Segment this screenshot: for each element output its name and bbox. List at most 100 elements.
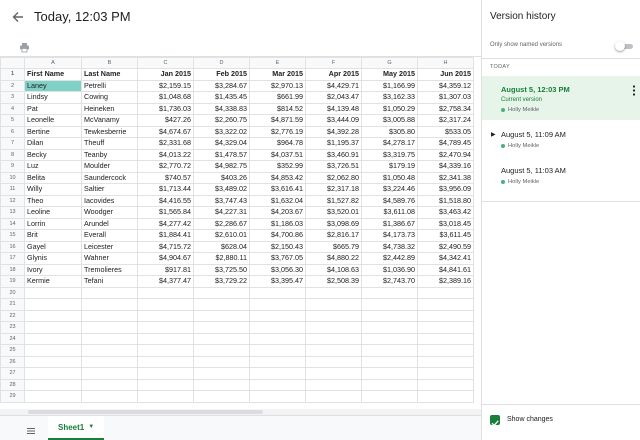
row-number[interactable]: 9 [0,160,25,173]
cell[interactable]: $4,277.42 [137,217,194,230]
cell[interactable] [193,355,250,368]
cell[interactable] [81,298,138,311]
cell[interactable]: $665.79 [305,240,362,253]
cell[interactable]: $3,005.88 [361,114,418,127]
cell[interactable]: $1,048.68 [137,91,194,104]
cell[interactable]: Pat [24,102,82,115]
cell[interactable]: Kermie [24,275,82,288]
row-number[interactable]: 12 [0,194,25,207]
cell[interactable] [193,367,250,380]
cell[interactable]: Teanby [81,148,138,161]
cell[interactable]: Arundel [81,217,138,230]
column-header[interactable]: D [193,57,250,69]
cell[interactable] [249,332,306,345]
cell[interactable]: $1,736.03 [137,102,194,115]
cell[interactable]: $533.05 [417,125,474,138]
row-number[interactable]: 8 [0,148,25,161]
cell[interactable]: $2,970.13 [249,79,306,92]
cell[interactable] [137,332,194,345]
cell[interactable] [137,355,194,368]
cell[interactable] [81,344,138,357]
all-sheets-menu-icon[interactable] [26,423,36,434]
cell[interactable] [361,344,418,357]
cell[interactable] [249,286,306,299]
row-number[interactable]: 23 [0,321,25,334]
cell[interactable] [24,286,82,299]
cell[interactable]: $403.26 [193,171,250,184]
column-header[interactable]: F [305,57,362,69]
show-changes-checkbox[interactable]: Show changes [490,414,635,428]
cell[interactable]: $4,416.55 [137,194,194,207]
cell[interactable] [417,367,474,380]
more-options-icon[interactable] [631,84,637,98]
cell[interactable]: Petrelli [81,79,138,92]
row-number[interactable]: 21 [0,298,25,311]
cell[interactable]: $4,338.83 [193,102,250,115]
cell[interactable]: $4,342.41 [417,252,474,265]
cell[interactable]: $2,260.75 [193,114,250,127]
cell[interactable] [137,390,194,403]
cell[interactable]: $2,159.15 [137,79,194,92]
cell[interactable] [137,321,194,334]
cell[interactable]: $3,395.47 [249,275,306,288]
cell[interactable]: $964.78 [249,137,306,150]
cell[interactable]: $3,767.05 [249,252,306,265]
cell[interactable]: $1,186.03 [249,217,306,230]
cell[interactable] [361,378,418,391]
row-number[interactable]: 1 [0,68,25,81]
cell[interactable] [249,355,306,368]
row-number[interactable]: 3 [0,91,25,104]
cell[interactable]: $3,747.43 [193,194,250,207]
row-number[interactable]: 16 [0,240,25,253]
cell[interactable] [249,344,306,357]
cell[interactable]: $3,444.09 [305,114,362,127]
cell[interactable]: $4,173.73 [361,229,418,242]
cell[interactable]: First Name [24,68,82,81]
cell[interactable]: Jan 2015 [137,68,194,81]
cell[interactable]: $3,018.45 [417,217,474,230]
cell[interactable]: $1,166.99 [361,79,418,92]
cell[interactable]: Laney [24,79,82,92]
cell[interactable] [361,367,418,380]
cell[interactable] [81,367,138,380]
cell[interactable] [361,355,418,368]
cell[interactable] [24,355,82,368]
row-number[interactable]: 19 [0,275,25,288]
cell[interactable]: Tefani [81,275,138,288]
cell[interactable] [137,344,194,357]
cell[interactable]: $3,056.30 [249,263,306,276]
cell[interactable] [305,344,362,357]
cell[interactable]: $2,816.17 [305,229,362,242]
cell[interactable] [249,378,306,391]
cell[interactable] [361,321,418,334]
cell[interactable]: $2,043.47 [305,91,362,104]
cell[interactable]: Saundercock [81,171,138,184]
column-header[interactable]: C [137,57,194,69]
cell[interactable] [249,390,306,403]
cell[interactable] [81,321,138,334]
cell[interactable]: $4,715.72 [137,240,194,253]
cell[interactable] [24,367,82,380]
cell[interactable]: $4,139.48 [305,102,362,115]
cell[interactable] [249,321,306,334]
cell[interactable]: $4,700.86 [249,229,306,242]
cell[interactable]: $1,435.45 [193,91,250,104]
cell[interactable]: $917.81 [137,263,194,276]
cell[interactable]: $4,880.22 [305,252,362,265]
cell[interactable]: $814.52 [249,102,306,115]
cell[interactable]: $3,463.42 [417,206,474,219]
cell[interactable] [193,286,250,299]
row-number[interactable]: 25 [0,344,25,357]
cell[interactable] [417,378,474,391]
cell[interactable]: Brit [24,229,82,242]
cell[interactable]: $4,392.28 [305,125,362,138]
cell[interactable]: $4,871.59 [249,114,306,127]
cell[interactable]: Theuff [81,137,138,150]
cell[interactable]: $2,776.19 [249,125,306,138]
cell[interactable]: Everall [81,229,138,242]
cell[interactable]: $3,726.51 [305,160,362,173]
cell[interactable] [193,309,250,322]
row-number[interactable]: 7 [0,137,25,150]
cell[interactable] [305,390,362,403]
cell[interactable]: Bertine [24,125,82,138]
